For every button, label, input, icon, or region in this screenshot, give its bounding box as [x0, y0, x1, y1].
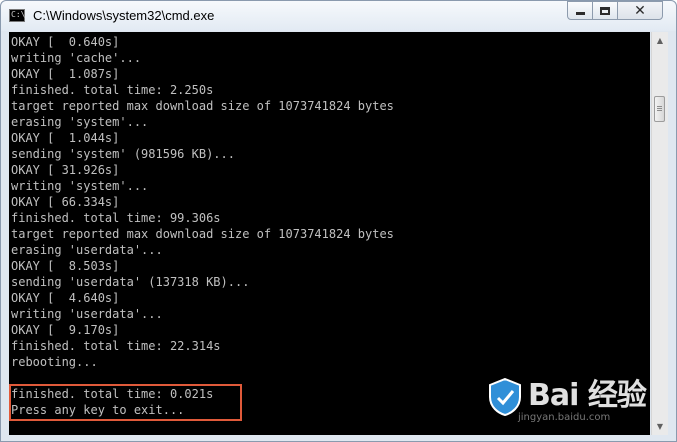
maximize-button[interactable] — [592, 1, 618, 20]
close-button[interactable]: ✕ — [617, 1, 663, 20]
console-line: OKAY [ 0.640s] — [11, 35, 120, 49]
close-icon: ✕ — [634, 2, 646, 19]
console-line: writing 'userdata'... — [11, 307, 163, 321]
console-line: writing 'system'... — [11, 179, 149, 193]
console-line: sending 'system' (981596 KB)... — [11, 147, 235, 161]
console-line: OKAY [ 4.640s] — [11, 291, 120, 305]
console-line: finished. total time: 2.250s — [11, 83, 214, 97]
scroll-up-arrow-icon[interactable]: ▲ — [652, 32, 668, 49]
scroll-grip — [657, 110, 662, 111]
console-line: finished. total time: 0.021s — [11, 387, 214, 401]
scroll-grip — [657, 106, 662, 107]
console-line: OKAY [ 31.926s] — [11, 163, 120, 177]
baidu-watermark: Bai 经验 jingyan.baidu.com — [488, 370, 677, 440]
maximize-icon — [600, 6, 610, 15]
console-line: Press any key to exit... — [11, 403, 185, 417]
console-line: target reported max download size of 107… — [11, 227, 394, 241]
console-line: erasing 'system'... — [11, 115, 149, 129]
minimize-button[interactable] — [567, 1, 593, 20]
console-line: OKAY [ 1.087s] — [11, 67, 120, 81]
console-line: writing 'cache'... — [11, 51, 142, 65]
window-title: C:\Windows\system32\cmd.exe — [33, 8, 215, 23]
minimize-icon — [575, 12, 585, 15]
title-bar[interactable]: C:\ C:\Windows\system32\cmd.exe ✕ — [1, 1, 676, 31]
console-line: erasing 'userdata'... — [11, 243, 163, 257]
console-line: target reported max download size of 107… — [11, 99, 394, 113]
watermark-text: Bai 经验 — [528, 378, 647, 413]
console-line: OKAY [ 8.503s] — [11, 259, 120, 273]
scroll-grip — [657, 108, 662, 109]
watermark-url: jingyan.baidu.com — [518, 412, 611, 423]
scroll-thumb[interactable] — [654, 96, 665, 122]
console-line: OKAY [ 9.170s] — [11, 323, 120, 337]
console-line: finished. total time: 99.306s — [11, 211, 221, 225]
console-line: OKAY [ 1.044s] — [11, 131, 120, 145]
console-line: rebooting... — [11, 355, 98, 369]
console-line: sending 'userdata' (137318 KB)... — [11, 275, 250, 289]
cmd-app-icon[interactable]: C:\ — [9, 9, 25, 22]
baidu-shield-icon — [489, 378, 521, 416]
console-line: OKAY [ 66.334s] — [11, 195, 120, 209]
console-line: finished. total time: 22.314s — [11, 339, 221, 353]
